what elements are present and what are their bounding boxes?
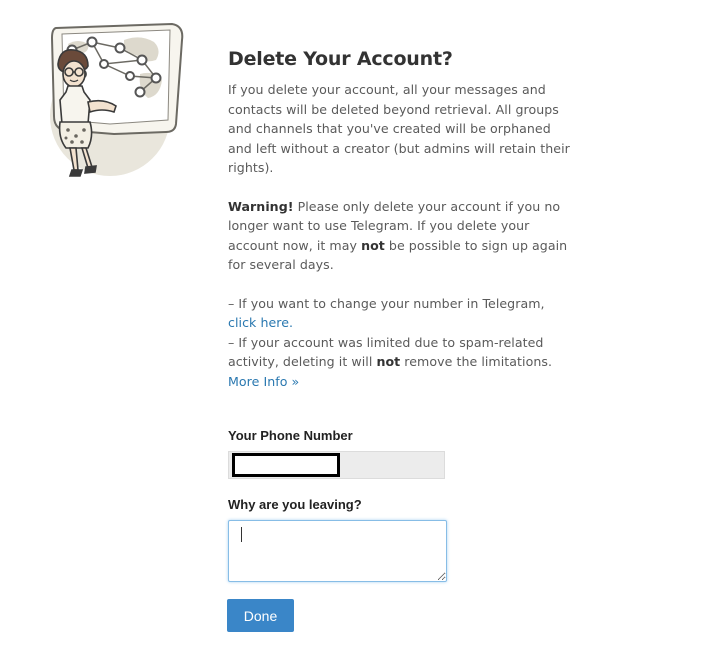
spam-note-text-part2: remove the limitations.: [400, 354, 553, 369]
phone-number-label: Your Phone Number: [228, 428, 353, 443]
warning-label: Warning!: [228, 198, 294, 214]
woman-at-network-map-icon: [50, 22, 184, 177]
change-number-note: – If you want to change your number in T…: [228, 294, 573, 333]
redacted-phone-value: [232, 453, 340, 477]
change-number-link[interactable]: click here.: [228, 315, 293, 330]
reason-label: Why are you leaving?: [228, 497, 362, 512]
done-button[interactable]: Done: [227, 599, 294, 632]
delete-account-content: Delete Your Account? If you delete your …: [228, 48, 573, 391]
page-title: Delete Your Account?: [228, 48, 453, 70]
intro-paragraph: If you delete your account, all your mes…: [228, 82, 570, 175]
spam-note-not-word: not: [376, 354, 401, 369]
spam-limitation-note: – If your account was limited due to spa…: [228, 333, 573, 392]
reason-textarea[interactable]: [228, 520, 447, 582]
more-info-link[interactable]: More Info »: [228, 374, 299, 389]
warning-not-word: not: [361, 237, 385, 253]
phone-number-field: [228, 451, 445, 479]
account-illustration: [44, 20, 190, 180]
warning-paragraph: Warning! Please only delete your account…: [228, 197, 573, 275]
text-caret: [241, 527, 242, 542]
change-number-text: – If you want to change your number in T…: [228, 295, 545, 311]
